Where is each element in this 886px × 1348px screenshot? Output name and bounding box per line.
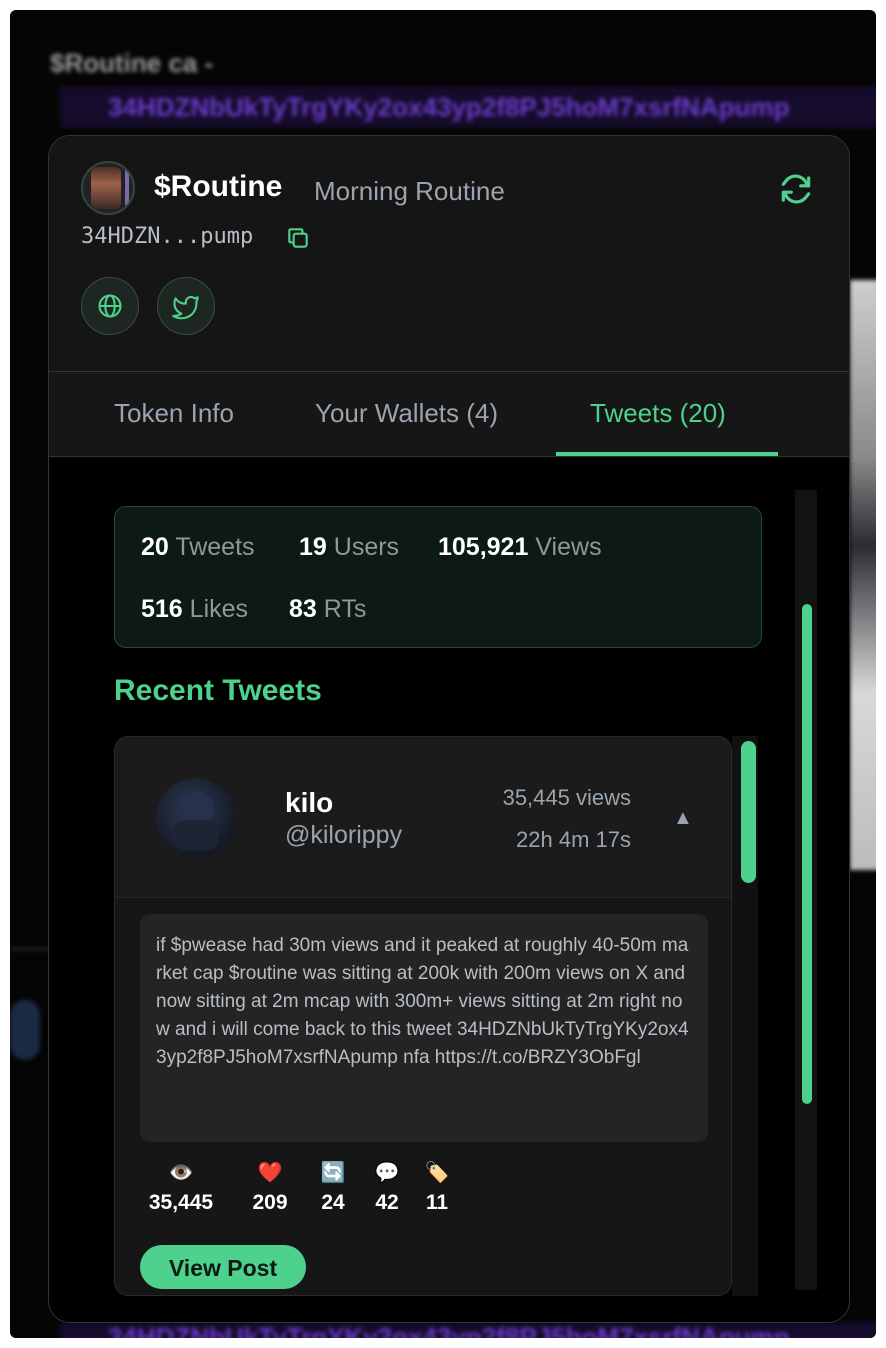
collapse-caret-icon[interactable]: ▲: [673, 807, 693, 830]
tweet-age: 22h 4m 17s: [516, 827, 631, 852]
stat-likes: 516 Likes: [141, 595, 249, 623]
tweet-author-name: kilo: [285, 787, 334, 818]
refresh-icon: [781, 174, 811, 204]
token-address: 34HDZN...pump: [81, 224, 254, 249]
token-name: Morning Routine: [314, 176, 505, 206]
tab-your-wallets[interactable]: Your Wallets (4): [315, 398, 498, 429]
background-photo: [850, 280, 876, 870]
metric-bookmarks-value: 11: [425, 1191, 449, 1214]
tweet-header[interactable]: kilo @kilorippy 35,445 views 22h 4m 17s …: [115, 737, 731, 898]
tab-tweets[interactable]: Tweets (20): [590, 398, 726, 429]
panel-scrollbar-thumb[interactable]: [802, 604, 812, 1104]
token-panel: $Routine Morning Routine 34HDZN...pump T…: [48, 135, 850, 1323]
tab-bar: Token Info Your Wallets (4) Tweets (20): [49, 372, 849, 458]
copy-address-button[interactable]: [285, 225, 311, 251]
stat-views: 105,921 Views: [438, 533, 602, 561]
token-ticker: $Routine: [154, 170, 283, 203]
eye-icon: 👁️: [168, 1162, 194, 1184]
bookmark-icon: 🏷️: [424, 1162, 450, 1184]
token-header: $Routine Morning Routine 34HDZN...pump: [49, 136, 849, 372]
copy-icon: [288, 228, 308, 248]
metric-bookmarks: 🏷️ 11: [397, 1159, 477, 1215]
token-avatar-figure: [91, 167, 121, 209]
tweet-text: if $pwease had 30m views and it peaked a…: [140, 914, 708, 1142]
website-button[interactable]: [81, 277, 139, 335]
stat-rts: 83 RTs: [289, 595, 367, 623]
metric-views: 👁️ 35,445: [141, 1159, 221, 1215]
tweet-author-avatar-body: [174, 820, 218, 850]
twitter-button[interactable]: [157, 277, 215, 335]
tweet-card: kilo @kilorippy 35,445 views 22h 4m 17s …: [114, 736, 732, 1296]
stat-users: 19 Users: [299, 533, 400, 561]
twitter-icon: [172, 295, 199, 320]
tweet-author-handle: @kilorippy: [285, 821, 403, 849]
background-address-line: 34HDZNbUkTyTrgYKy2ox43yp2f8PJ5hoM7xsrfNA…: [60, 86, 876, 128]
background-address-line-bottom: 34HDZNbUkTyTrgYKy2ox43yp2f8PJ5hoM7xsrfNA…: [60, 1322, 876, 1338]
globe-icon: [98, 294, 122, 318]
tweet-author-avatar[interactable]: [156, 778, 236, 858]
token-avatar: [81, 161, 135, 215]
background-ca-label: $Routine ca -: [50, 48, 214, 78]
refresh-button[interactable]: [777, 170, 815, 208]
tab-token-info[interactable]: Token Info: [114, 398, 234, 429]
tweets-scrollbar-thumb[interactable]: [741, 741, 756, 883]
token-avatar-rim: [125, 169, 129, 205]
tweet-views: 35,445 views: [502, 785, 631, 810]
metric-views-value: 35,445: [148, 1191, 214, 1214]
background-avatar: [10, 1000, 40, 1060]
tweet-stats-box: 20 Tweets 19 Users 105,921 Views 516 Lik…: [114, 506, 762, 648]
recent-tweets-heading: Recent Tweets: [114, 674, 322, 707]
view-post-button[interactable]: View Post: [140, 1245, 306, 1289]
stat-tweets: 20 Tweets: [141, 533, 255, 561]
